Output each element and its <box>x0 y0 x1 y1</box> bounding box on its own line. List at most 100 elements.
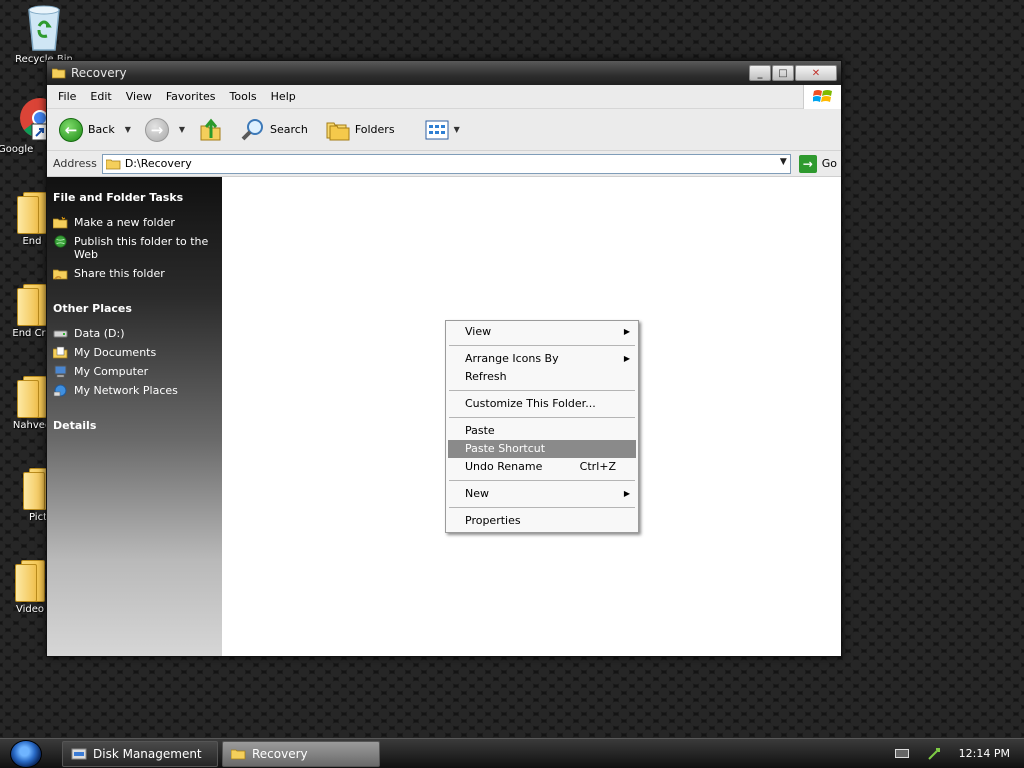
my-computer-icon <box>54 365 67 378</box>
address-dropdown-icon[interactable]: ▼ <box>780 157 787 167</box>
menu-separator <box>449 345 635 346</box>
explorer-window: Recovery _ □ ✕ File Edit View Favorites … <box>46 60 842 657</box>
window-titlebar[interactable]: Recovery _ □ ✕ <box>47 61 841 85</box>
menu-bar: File Edit View Favorites Tools Help <box>47 85 841 109</box>
file-folder-tasks-title[interactable]: File and Folder Tasks <box>53 191 216 204</box>
window-body: File and Folder Tasks Make a new folder … <box>47 177 841 656</box>
share-folder-link[interactable]: Share this folder <box>53 267 216 280</box>
back-label: Back <box>88 123 115 136</box>
menu-view[interactable]: View <box>119 90 159 103</box>
data-drive-label: Data (D:) <box>74 327 125 340</box>
folder-icon <box>52 68 66 79</box>
go-arrow-icon: → <box>798 154 817 173</box>
context-item-paste-shortcut[interactable]: Paste Shortcut <box>448 440 636 458</box>
menu-tools[interactable]: Tools <box>223 90 264 103</box>
minimize-button[interactable]: _ <box>749 65 771 81</box>
folder-icon <box>13 558 47 602</box>
address-input[interactable]: D:\Recovery ▼ <box>101 153 791 174</box>
address-bar: Address D:\Recovery ▼ → Go <box>47 151 841 177</box>
folders-icon <box>326 122 350 140</box>
window-title: Recovery <box>71 66 127 80</box>
folders-label: Folders <box>354 123 395 136</box>
file-folder-tasks-group: File and Folder Tasks Make a new folder … <box>53 191 216 280</box>
taskbar-item-disk-management[interactable]: Disk Management <box>62 740 218 767</box>
views-button[interactable]: ▼ <box>421 118 464 142</box>
close-button[interactable]: ✕ <box>795 65 837 81</box>
views-dropdown-icon: ▼ <box>453 125 460 134</box>
context-item-label: Paste <box>465 424 495 437</box>
taskbar-item-recovery[interactable]: Recovery <box>222 740 380 767</box>
details-title[interactable]: Details <box>53 419 216 432</box>
back-button[interactable]: ← Back <box>55 116 119 144</box>
forward-button[interactable]: → <box>141 116 173 144</box>
my-documents-icon <box>53 346 68 359</box>
folder-icon <box>15 374 49 418</box>
context-item-new[interactable]: New ▶ <box>448 485 636 503</box>
forward-history-dropdown-icon[interactable]: ▼ <box>179 125 185 134</box>
globe-icon <box>54 235 67 248</box>
context-item-paste[interactable]: Paste <box>448 422 636 440</box>
other-places-title[interactable]: Other Places <box>53 302 216 315</box>
context-item-properties[interactable]: Properties <box>448 512 636 530</box>
context-item-undo-rename[interactable]: Undo Rename Ctrl+Z <box>448 458 636 476</box>
my-documents-label: My Documents <box>74 346 157 359</box>
menu-separator <box>449 507 635 508</box>
context-item-label: Properties <box>465 514 521 527</box>
menu-separator <box>449 390 635 391</box>
search-label: Search <box>270 123 308 136</box>
context-item-refresh[interactable]: Refresh <box>448 368 636 386</box>
menu-edit[interactable]: Edit <box>83 90 118 103</box>
network-status-icon[interactable] <box>927 747 941 761</box>
back-arrow-icon: ← <box>59 117 83 142</box>
new-folder-icon <box>53 216 68 229</box>
context-menu: View ▶ Arrange Icons By ▶ Refresh Custom… <box>445 320 639 533</box>
window-controls: _ □ ✕ <box>749 65 837 81</box>
submenu-arrow-icon: ▶ <box>623 489 630 498</box>
go-label: Go <box>821 157 837 170</box>
forward-arrow-icon: → <box>144 117 169 142</box>
up-folder-button[interactable] <box>195 116 227 144</box>
menu-file[interactable]: File <box>51 90 83 103</box>
my-network-places-link[interactable]: My Network Places <box>53 384 216 397</box>
data-drive-link[interactable]: Data (D:) <box>53 327 216 340</box>
context-item-label: Paste Shortcut <box>465 442 546 455</box>
shortcut-text: Ctrl+Z <box>579 460 616 473</box>
my-documents-link[interactable]: My Documents <box>53 346 216 359</box>
context-item-view[interactable]: View ▶ <box>448 323 636 341</box>
toolbar: ← Back ▼ → ▼ Search Folders ▼ <box>47 109 841 151</box>
clock[interactable]: 12:14 PM <box>959 747 1010 760</box>
submenu-arrow-icon: ▶ <box>623 354 630 363</box>
folder-icon <box>15 190 49 234</box>
search-icon <box>241 118 264 140</box>
publish-folder-link[interactable]: Publish this folder to the Web <box>53 235 216 261</box>
folders-button[interactable]: Folders <box>322 117 399 143</box>
make-new-folder-label: Make a new folder <box>74 216 175 229</box>
my-computer-link[interactable]: My Computer <box>53 365 216 378</box>
disk-management-icon <box>71 748 87 759</box>
address-label: Address <box>53 157 97 170</box>
start-button[interactable] <box>10 739 42 768</box>
menu-separator <box>449 417 635 418</box>
back-history-dropdown-icon[interactable]: ▼ <box>125 125 131 134</box>
taskbar-item-label: Recovery <box>252 746 308 761</box>
system-tray: 12:14 PM <box>894 747 1024 761</box>
keyboard-icon[interactable] <box>894 749 909 758</box>
taskbar-item-label: Disk Management <box>93 746 202 761</box>
recycle-bin-icon <box>28 5 60 51</box>
context-item-customize-folder[interactable]: Customize This Folder... <box>448 395 636 413</box>
taskbar: Disk Management Recovery 12:14 PM <box>0 738 1024 768</box>
context-item-label: Customize This Folder... <box>465 397 596 410</box>
menu-help[interactable]: Help <box>264 90 303 103</box>
folder-icon <box>231 749 246 759</box>
make-new-folder-link[interactable]: Make a new folder <box>53 216 216 229</box>
share-folder-icon <box>53 269 68 280</box>
context-item-label: New <box>465 487 489 500</box>
menu-favorites[interactable]: Favorites <box>159 90 223 103</box>
go-button[interactable]: → Go <box>798 154 837 173</box>
context-item-label: Arrange Icons By <box>465 352 559 365</box>
context-item-arrange-icons-by[interactable]: Arrange Icons By ▶ <box>448 350 636 368</box>
maximize-button[interactable]: □ <box>772 65 794 81</box>
search-button[interactable]: Search <box>237 116 312 144</box>
desktop-icon-recycle-bin[interactable]: Recycle Bin <box>14 2 74 65</box>
folder-icon <box>105 159 121 169</box>
